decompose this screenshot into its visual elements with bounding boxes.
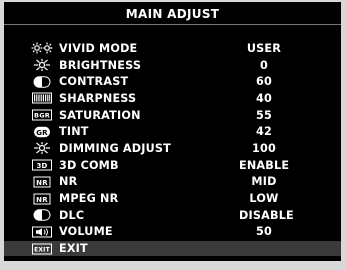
saturation-icon: BGR <box>30 109 54 121</box>
menu-item-mpeg-nr[interactable]: NR MPEG NR LOW <box>4 190 341 207</box>
mpeg-nr-icon: NR <box>30 193 54 205</box>
menu-item-value: USER <box>246 41 282 55</box>
menu-item-value: 42 <box>256 125 272 139</box>
exit-icon-text: EXIT <box>34 246 51 253</box>
menu-item-dlc[interactable]: DLC DISABLE <box>4 207 341 224</box>
menu-list: VIVID MODE USER BRIGHTNESS 0 CONTRAST 60… <box>4 40 341 257</box>
dimming-icon <box>30 142 54 155</box>
title-divider <box>4 24 341 25</box>
menu-item-label: DLC <box>59 208 85 222</box>
menu-item-value: 0 <box>260 58 268 72</box>
menu-item-dimming-adjust[interactable]: DIMMING ADJUST 100 <box>4 140 341 157</box>
nr-icon: NR <box>30 176 54 188</box>
menu-item-value: 40 <box>256 91 272 105</box>
menu-item-value: 100 <box>252 141 276 155</box>
sharpness-icon <box>30 92 54 104</box>
menu-item-label: DIMMING ADJUST <box>59 141 171 155</box>
tint-icon: GR <box>30 126 54 138</box>
menu-item-tint[interactable]: GR TINT 42 <box>4 123 341 140</box>
3d-comb-icon-text: 3D <box>36 162 47 170</box>
saturation-icon-text: BGR <box>34 112 50 120</box>
tint-icon-text: GR <box>36 129 48 137</box>
menu-item-value: DISABLE <box>239 208 294 222</box>
dlc-icon <box>30 209 54 221</box>
menu-item-vivid-mode[interactable]: VIVID MODE USER <box>4 40 341 57</box>
menu-item-label: TINT <box>59 125 89 139</box>
contrast-icon <box>30 76 54 88</box>
menu-item-contrast[interactable]: CONTRAST 60 <box>4 73 341 90</box>
menu-item-value: MID <box>251 175 277 189</box>
menu-item-nr[interactable]: NR NR MID <box>4 174 341 191</box>
menu-item-value: ENABLE <box>239 158 290 172</box>
nr-icon-text: NR <box>36 179 48 187</box>
menu-item-label: BRIGHTNESS <box>59 58 142 72</box>
menu-item-saturation[interactable]: BGR SATURATION 55 <box>4 107 341 124</box>
menu-item-label: EXIT <box>59 242 88 256</box>
menu-item-label: CONTRAST <box>59 75 129 89</box>
menu-item-value: 60 <box>256 75 272 89</box>
menu-item-label: SHARPNESS <box>59 91 137 105</box>
exit-icon: EXIT <box>30 243 54 255</box>
menu-item-volume[interactable]: VOLUME 50 <box>4 224 341 241</box>
menu-title: MAIN ADJUST <box>125 7 220 21</box>
menu-item-label: VOLUME <box>59 225 113 239</box>
menu-item-value: 55 <box>256 108 272 122</box>
menu-item-sharpness[interactable]: SHARPNESS 40 <box>4 90 341 107</box>
menu-item-label: NR <box>59 175 78 189</box>
volume-icon <box>30 226 54 238</box>
menu-item-3d-comb[interactable]: 3D 3D COMB ENABLE <box>4 157 341 174</box>
menu-item-value: LOW <box>249 192 279 206</box>
brightness-icon <box>30 59 54 72</box>
menu-item-label: VIVID MODE <box>59 41 138 55</box>
menu-item-exit[interactable]: EXIT EXIT <box>4 241 341 257</box>
menu-item-label: MPEG NR <box>59 192 119 206</box>
3d-comb-icon: 3D <box>30 159 54 171</box>
menu-item-label: 3D COMB <box>59 158 119 172</box>
menu-item-label: SATURATION <box>59 108 141 122</box>
menu-item-value: 50 <box>256 225 272 239</box>
mpeg-nr-icon-text: NR <box>36 195 48 203</box>
vivid-mode-icon <box>30 42 54 54</box>
menu-item-brightness[interactable]: BRIGHTNESS 0 <box>4 57 341 74</box>
osd-menu-window: MAIN ADJUST VIVID MODE USER BRIGHTNESS 0… <box>4 2 341 261</box>
